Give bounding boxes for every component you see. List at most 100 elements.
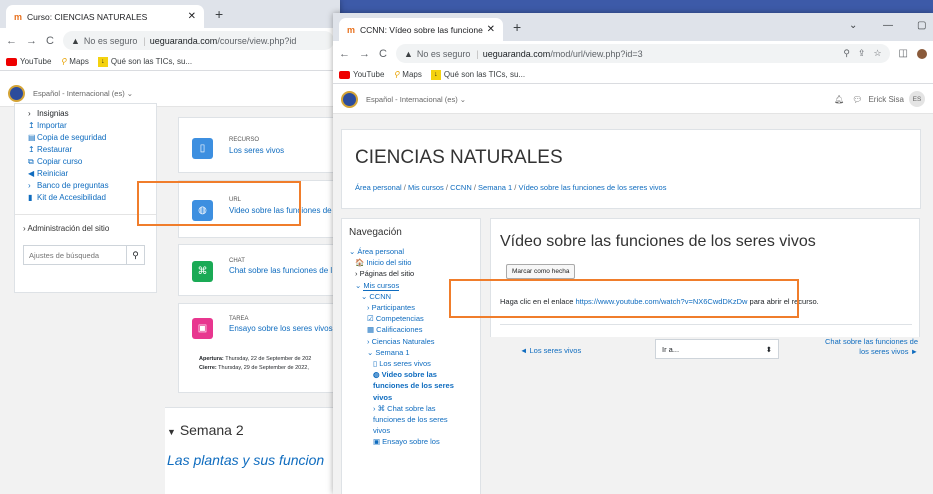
- chevron-down-icon: ⌄: [459, 94, 467, 104]
- nav-item-label: CCNN: [369, 291, 392, 301]
- new-tab-icon[interactable]: +: [215, 6, 223, 22]
- nav-item[interactable]: › ⌘ Chat sobre las funciones de los sere…: [349, 403, 459, 437]
- minimize-icon[interactable]: —: [883, 20, 893, 31]
- jump-to-select[interactable]: Ir a... ⬍: [655, 339, 779, 359]
- tab-title: Curso: CIENCIAS NATURALES: [27, 11, 148, 22]
- admin-menu-item[interactable]: › Insignias: [23, 108, 148, 120]
- address-toolbar: ← → C ▲ No es seguro | ueguaranda.com/co…: [0, 28, 340, 53]
- language-selector[interactable]: Español - Internacional (es): [33, 89, 125, 98]
- activity-name[interactable]: Los seres vivos: [229, 146, 284, 155]
- close-icon[interactable]: ✕: [188, 11, 196, 22]
- nav-item[interactable]: › Páginas del sitio: [349, 268, 459, 279]
- bookmark-label: YouTube: [20, 57, 52, 66]
- activity-name[interactable]: Chat sobre las funciones de l: [229, 266, 332, 275]
- activity-recurso[interactable]: ▯ RECURSO Los seres vivos: [178, 117, 340, 173]
- select-arrows-icon: ⬍: [765, 345, 772, 354]
- bookmark-youtube[interactable]: YouTube: [6, 57, 51, 66]
- bookmark-tics[interactable]: ↓ Qué son las TICs, su...: [430, 69, 525, 80]
- admin-menu-item[interactable]: ▤Copia de seguridad: [23, 132, 148, 144]
- prev-activity-link[interactable]: ◄ Los seres vivos: [520, 346, 581, 355]
- tab-search-icon[interactable]: ⌄: [849, 20, 857, 31]
- nav-prefix-icon: ◍: [373, 370, 382, 380]
- school-logo[interactable]: [8, 85, 25, 102]
- activity-chat[interactable]: ⌘ CHAT Chat sobre las funciones de l: [178, 244, 340, 296]
- next-activity-link[interactable]: Chat sobre las funciones de los seres vi…: [820, 337, 918, 357]
- chevron-down-icon: ⌄: [126, 89, 134, 98]
- user-avatar[interactable]: ES: [909, 91, 925, 107]
- address-bar[interactable]: ▲ No es seguro | ueguaranda.com/mod/url/…: [395, 44, 890, 63]
- site-admin-item[interactable]: › Administración del sitio: [15, 214, 156, 233]
- nav-item[interactable]: ⌄ CCNN: [349, 291, 459, 302]
- breadcrumb-item[interactable]: CCNN: [450, 183, 472, 192]
- import-icon: ↥: [28, 121, 35, 130]
- reset-icon: ◀: [28, 169, 35, 178]
- bookmark-maps[interactable]: ⚲ Maps: [393, 70, 421, 79]
- nav-item[interactable]: ⌄ Mis cursos: [349, 280, 459, 291]
- bookmark-star-icon[interactable]: ☆: [873, 48, 881, 59]
- bookmark-tics[interactable]: ↓ Qué son las TICs, su...: [97, 56, 192, 67]
- apertura-date: Thursday, 22 de September de 202: [225, 356, 312, 362]
- reload-icon[interactable]: C: [379, 48, 387, 60]
- admin-menu-label: Restaurar: [37, 145, 73, 154]
- nav-item[interactable]: ▯ Los seres vivos: [349, 358, 459, 369]
- address-toolbar: ← → C ▲ No es seguro | ueguaranda.com/mo…: [333, 41, 933, 66]
- school-logo[interactable]: [341, 90, 358, 108]
- nav-item[interactable]: › Participantes: [349, 302, 459, 313]
- nav-item[interactable]: 🏠 Inicio del sitio: [349, 257, 459, 268]
- activity-tarea[interactable]: ▣ TAREA Ensayo sobre los seres vivos Ape…: [178, 303, 340, 393]
- nav-item[interactable]: ◍ Video sobre las funciones de los seres…: [349, 369, 459, 403]
- nav-item[interactable]: › Ciencias Naturales: [349, 336, 459, 347]
- nav-item[interactable]: ▦ Calificaciones: [349, 324, 459, 335]
- breadcrumb-item[interactable]: Vídeo sobre las funciones de los seres v…: [518, 183, 666, 192]
- sidepanel-icon[interactable]: ◫: [899, 48, 908, 59]
- share-icon[interactable]: ⇪: [858, 48, 866, 59]
- profile-avatar[interactable]: [917, 48, 927, 59]
- search-settings-input[interactable]: [23, 245, 127, 265]
- user-name[interactable]: Erick Sisa: [868, 95, 904, 104]
- search-icon[interactable]: ⚲: [127, 245, 145, 265]
- maximize-icon[interactable]: ▢: [917, 20, 926, 31]
- admin-menu-item[interactable]: ▮ Kit de Accesibilidad: [23, 192, 148, 204]
- admin-menu-label: Copia de seguridad: [37, 133, 107, 142]
- nav-item[interactable]: ▣ Ensayo sobre los: [349, 436, 459, 447]
- admin-menu-item[interactable]: ⧉ Copiar curso: [23, 156, 148, 168]
- nav-item[interactable]: ⌄ Área personal: [349, 246, 459, 257]
- nav-item[interactable]: ☑ Competencias: [349, 313, 459, 324]
- section-header[interactable]: ▼ Semana 2: [167, 422, 244, 438]
- reload-icon[interactable]: C: [46, 35, 54, 47]
- forward-icon[interactable]: →: [26, 35, 37, 47]
- page-content: › Insignias ↥ Importar ▤Copia de seguridad ↥ R…: [0, 103, 340, 494]
- not-secure-label: No es seguro: [83, 35, 138, 46]
- bookmark-youtube[interactable]: YouTube: [339, 70, 384, 79]
- admin-menu-item[interactable]: ↥ Importar: [23, 120, 148, 132]
- tab-bar: m Curso: CIENCIAS NATURALES ✕ +: [0, 0, 340, 28]
- admin-menu-item[interactable]: ↥ Restaurar: [23, 144, 148, 156]
- nav-prefix-icon: ☑: [367, 314, 376, 324]
- url-path: /mod/url/view.php?id=3: [550, 48, 643, 59]
- nav-item[interactable]: ⌄ Semana 1: [349, 347, 459, 358]
- language-selector[interactable]: Español - Internacional (es): [366, 95, 458, 104]
- activity-type: RECURSO: [229, 137, 260, 143]
- mark-done-button[interactable]: Marcar como hecha: [506, 264, 576, 279]
- url-path: /course/view.php?id: [217, 35, 297, 46]
- chat-icon: ⌘: [192, 261, 213, 282]
- back-icon[interactable]: ←: [6, 35, 17, 47]
- breadcrumb-item[interactable]: Semana 1: [478, 183, 512, 192]
- close-icon[interactable]: ✕: [487, 24, 495, 35]
- admin-menu-item[interactable]: › Banco de preguntas: [23, 180, 148, 192]
- breadcrumb-item[interactable]: Mis cursos: [408, 183, 444, 192]
- url-host: ueguaranda.com: [149, 35, 218, 46]
- tab-course[interactable]: m Curso: CIENCIAS NATURALES ✕: [6, 5, 204, 28]
- back-icon[interactable]: ←: [339, 48, 350, 60]
- new-tab-icon[interactable]: +: [513, 19, 521, 35]
- zoom-icon[interactable]: ⚲: [843, 48, 850, 59]
- notifications-icon[interactable]: 🔔︎: [834, 95, 844, 104]
- bookmark-maps[interactable]: ⚲ Maps: [60, 57, 88, 66]
- breadcrumb-item[interactable]: Área personal: [355, 183, 402, 192]
- admin-menu-item[interactable]: ◀ Reiniciar: [23, 168, 148, 180]
- address-bar[interactable]: ▲ No es seguro | ueguaranda.com/course/v…: [62, 31, 334, 50]
- tab-url[interactable]: m CCNN: Vídeo sobre las funciones ✕: [339, 18, 503, 41]
- activity-name[interactable]: Ensayo sobre los seres vivos: [229, 324, 333, 333]
- messages-icon[interactable]: 💬︎: [852, 95, 862, 104]
- forward-icon[interactable]: →: [359, 48, 370, 60]
